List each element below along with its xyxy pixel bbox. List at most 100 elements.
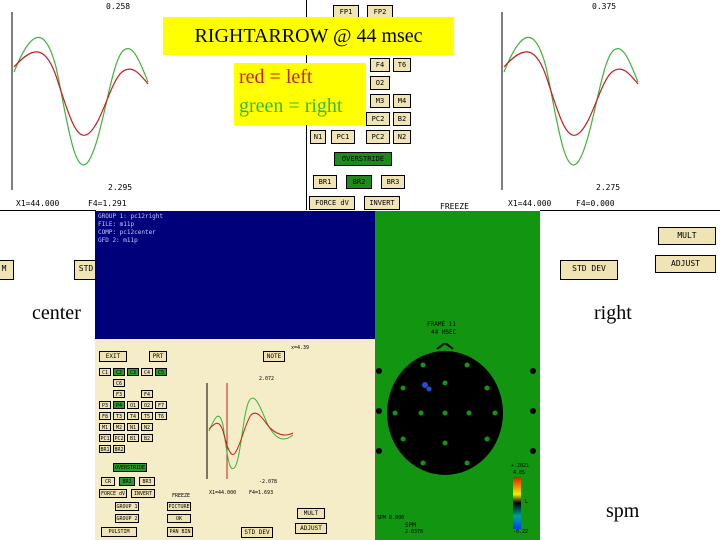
right-mult-button[interactable]: MULT: [658, 227, 716, 245]
bg-button-br3[interactable]: BR3: [381, 175, 405, 189]
channel-f8[interactable]: F8: [99, 412, 111, 420]
channel-m2[interactable]: M2: [113, 423, 125, 431]
note-button[interactable]: NOTE: [263, 351, 285, 362]
right-std-dev-button[interactable]: STD DEV: [560, 260, 618, 280]
right-f4-readout: F4=0.000: [576, 199, 615, 208]
wave-value-bottom: -2.078: [259, 479, 278, 485]
cr-button[interactable]: CR: [101, 477, 115, 486]
spm-bottom-text: SPM 0.000: [377, 515, 405, 521]
std-dev-button[interactable]: STD DEV: [241, 527, 273, 538]
picture-button[interactable]: PICTURE: [167, 502, 191, 511]
info-line-group: GROUP 1: pc12right: [98, 213, 164, 220]
channel-t4[interactable]: T4: [127, 412, 139, 420]
info-line-comp: COMP: pc12center: [98, 229, 156, 236]
freeze-label: FREEZE: [172, 493, 191, 499]
left-f4-readout: F4=1.291: [88, 199, 127, 208]
ok-button[interactable]: OK: [167, 514, 191, 523]
bg-button-n2[interactable]: N2: [393, 130, 411, 144]
bg-button-pc1[interactable]: PC1: [331, 130, 355, 144]
info-panel: GROUP 1: pc12right FILE: m11p COMP: pc12…: [95, 211, 375, 339]
left-waveform-plot: [11, 12, 149, 190]
channel-n1[interactable]: N1: [127, 423, 139, 431]
bg-button-m3[interactable]: M3: [370, 94, 390, 108]
channel-c6[interactable]: C6: [113, 379, 125, 387]
channel-n2[interactable]: N2: [141, 423, 153, 431]
channel-c3[interactable]: C3: [127, 368, 139, 376]
scale-bottom-value: -0.22: [513, 529, 529, 535]
channel-t3[interactable]: T3: [113, 412, 125, 420]
channel-br1[interactable]: BR1: [99, 445, 111, 453]
br3-button[interactable]: BR3: [139, 477, 155, 486]
bg-freeze-label: FREEZE: [440, 202, 469, 211]
scale-mid-label: L: [525, 499, 529, 505]
right-value-small: 2.275: [596, 183, 621, 192]
channel-o1[interactable]: O1: [127, 401, 139, 409]
channel-t5[interactable]: T5: [141, 412, 153, 420]
spm-value: 2.0378: [405, 529, 424, 535]
channel-c2[interactable]: C2: [113, 368, 125, 376]
bg-button-m4[interactable]: M4: [393, 94, 411, 108]
channel-pc1[interactable]: PC1: [99, 434, 111, 442]
scale-top-value-2: 4.05: [513, 470, 526, 476]
bg-button-br1[interactable]: BR1: [313, 175, 337, 189]
legend-red: red = left: [239, 66, 313, 88]
channel-b2[interactable]: B2: [141, 434, 153, 442]
group2-button[interactable]: GROUP 2: [115, 514, 139, 523]
label-spm: spm: [606, 500, 640, 522]
spm-label: SPM: [405, 522, 416, 529]
exit-button[interactable]: EXIT: [99, 351, 127, 362]
channel-pc2[interactable]: PC2: [113, 434, 125, 442]
force-dv-button[interactable]: FORCE dV: [99, 489, 127, 498]
wave-f4-readout: F4=1.693: [249, 490, 274, 496]
mult-button[interactable]: MULT: [297, 508, 325, 519]
slide-title: RIGHTARROW @ 44 msec: [163, 17, 454, 55]
channel-f4[interactable]: F4: [141, 390, 153, 398]
bg-button-n1[interactable]: N1: [310, 130, 326, 144]
channel-o2[interactable]: O2: [141, 401, 153, 409]
group1-button[interactable]: GROUP 1: [115, 502, 139, 511]
bg-button-o2[interactable]: O2: [370, 76, 390, 90]
pulstim-button[interactable]: PULSTIM: [101, 527, 137, 537]
head-map-panel: FRAME 11 44 MSEC +.2021 4.05 L -0.22 SPM…: [375, 211, 540, 540]
bg-button-force-dv[interactable]: FORCE dV: [309, 196, 355, 210]
channel-t6[interactable]: T6: [155, 412, 167, 420]
channel-br2[interactable]: BR2: [113, 445, 125, 453]
bg-button-pc2b[interactable]: PC2: [366, 130, 390, 144]
bg-button-b2[interactable]: B2: [393, 112, 411, 126]
bg-button-br2[interactable]: BR2: [346, 175, 372, 189]
channel-p4[interactable]: P4: [113, 401, 125, 409]
info-line-gfd: GFD 2: m11p: [98, 237, 138, 244]
channel-f7[interactable]: F7: [155, 401, 167, 409]
bg-button-pc2a[interactable]: PC2: [366, 112, 390, 126]
prt-button[interactable]: PRT: [149, 351, 167, 362]
frame-time: 44 MSEC: [431, 329, 457, 336]
channel-c1[interactable]: C1: [99, 368, 111, 376]
right-adjust-button[interactable]: ADJUST: [655, 255, 716, 273]
br2-button[interactable]: BR2: [119, 477, 135, 486]
frame-number: FRAME 11: [427, 321, 456, 328]
overstride-button[interactable]: OVERSTRIDE: [113, 463, 147, 472]
channel-b1[interactable]: B1: [127, 434, 139, 442]
color-scale-bar: [513, 477, 521, 529]
right-waveform-plot: [501, 12, 639, 190]
pan-bin-button[interactable]: PAN BIN: [167, 527, 193, 537]
channel-c4[interactable]: C4: [141, 368, 153, 376]
left-m-button[interactable]: M: [0, 260, 14, 280]
bg-button-t6[interactable]: T6: [393, 58, 411, 72]
legend-green: green = right: [239, 95, 343, 117]
bg-button-f4[interactable]: F4: [370, 58, 390, 72]
channel-m1[interactable]: M1: [99, 423, 111, 431]
bg-button-invert[interactable]: INVERT: [364, 196, 400, 210]
channel-f3[interactable]: F3: [113, 390, 125, 398]
wave-x1-readout: X1=44.000: [209, 490, 237, 496]
right-divider: [540, 210, 720, 211]
channel-p3[interactable]: P3: [99, 401, 111, 409]
adjust-button[interactable]: ADJUST: [295, 523, 327, 534]
head-ear-markers: [376, 368, 536, 454]
left-value-top: 0.258: [106, 2, 131, 11]
channel-c5[interactable]: C5: [155, 368, 167, 376]
left-value-small: 2.295: [108, 183, 133, 192]
label-right: right: [594, 302, 632, 324]
bg-button-overstride[interactable]: OVERSTRIDE: [334, 152, 392, 166]
invert-button[interactable]: INVERT: [131, 489, 155, 498]
